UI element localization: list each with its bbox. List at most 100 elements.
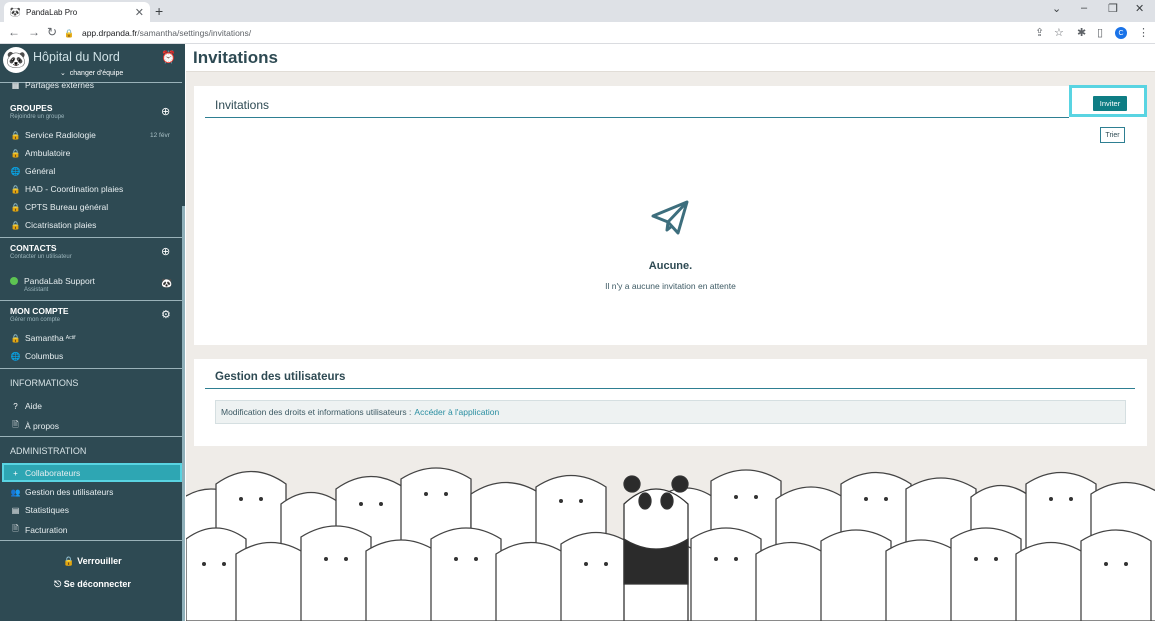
sidebar-item-support[interactable]: PandaLab Support bbox=[10, 276, 95, 286]
browser-menu-icon[interactable]: ⋮ bbox=[1138, 26, 1149, 39]
invoice-icon: 🗎 bbox=[12, 524, 19, 533]
user-management-title: Gestion des utilisateurs bbox=[215, 371, 346, 383]
lock-icon: 🔒 bbox=[10, 184, 21, 194]
side-panel-icon[interactable]: ▯ bbox=[1097, 26, 1103, 39]
divider bbox=[0, 300, 182, 301]
close-tab-icon[interactable]: ✕ bbox=[135, 6, 144, 19]
support-role: Assistant bbox=[24, 287, 49, 293]
browser-tab[interactable]: 🐼 PandaLab Pro ✕ bbox=[4, 2, 150, 22]
settings-gear-icon[interactable]: ⚙ bbox=[161, 308, 171, 321]
paper-plane-icon bbox=[651, 200, 689, 235]
active-badge: Actif bbox=[65, 335, 76, 341]
panda-icon: 🐼 bbox=[161, 278, 173, 288]
sidebar: 🐼 Hôpital du Nord ⌄ changer d'équipe ⏰ ▦… bbox=[0, 44, 185, 621]
sidebar-item-group[interactable]: 🌐 Général bbox=[10, 166, 56, 176]
divider bbox=[0, 368, 182, 369]
sidebar-item-user-management[interactable]: 👥 Gestion des utilisateurs bbox=[10, 487, 114, 497]
sidebar-item-statistics[interactable]: ▤ Statistiques bbox=[10, 505, 69, 515]
add-group-icon[interactable]: ⊕ bbox=[161, 105, 170, 118]
restore-icon[interactable]: ❐ bbox=[1108, 2, 1118, 15]
contact-user-link[interactable]: Contacter un utilisateur bbox=[10, 254, 72, 260]
group-date: 12 févr bbox=[150, 132, 170, 139]
logout-icon: ⎋ bbox=[54, 579, 62, 589]
account-heading: MON COMPTE bbox=[10, 306, 69, 316]
open-app-link[interactable]: Accéder à l'application bbox=[414, 407, 499, 417]
groups-heading: GROUPES bbox=[10, 103, 53, 113]
sidebar-item-group[interactable]: 🔒 Service Radiologie bbox=[10, 130, 96, 140]
tab-title: PandaLab Pro bbox=[26, 7, 78, 17]
lock-icon: 🔒 bbox=[10, 220, 21, 230]
globe-icon: 🌐 bbox=[10, 166, 21, 176]
sidebar-item-org[interactable]: 🌐 Columbus bbox=[10, 351, 64, 361]
lock-icon: 🔒 bbox=[10, 202, 21, 212]
user-management-card: Gestion des utilisateurs Modification de… bbox=[194, 359, 1147, 446]
profile-avatar[interactable]: C bbox=[1115, 27, 1127, 39]
invitations-card: Invitations Inviter Trier Aucune. Il n'y… bbox=[194, 85, 1147, 345]
divider bbox=[0, 237, 182, 238]
address-bar: ← → ↻ 🔒 app.drpanda.fr /samantha/setting… bbox=[0, 22, 1155, 44]
admin-heading: ADMINISTRATION bbox=[10, 446, 87, 456]
bears-illustration bbox=[186, 467, 1155, 621]
forward-icon[interactable]: → bbox=[28, 25, 40, 39]
lock-icon: 🔒 bbox=[10, 130, 21, 140]
alarm-bell-icon[interactable]: ⏰ bbox=[161, 50, 176, 64]
title-underline bbox=[205, 388, 1135, 389]
sort-button[interactable]: Trier bbox=[1100, 127, 1125, 143]
add-contact-icon[interactable]: ⊕ bbox=[161, 245, 170, 258]
url-path: /samantha/settings/invitations/ bbox=[137, 28, 252, 38]
document-icon: 🗎 bbox=[12, 420, 19, 429]
team-name: Hôpital du Nord bbox=[33, 50, 120, 64]
padlock-icon: 🔒 bbox=[63, 556, 75, 566]
lock-icon: 🔒 bbox=[10, 148, 21, 158]
join-group-link[interactable]: Rejoindre un groupe bbox=[10, 114, 64, 120]
tab-search-icon[interactable]: ⌄ bbox=[1052, 2, 1061, 15]
sidebar-item-group[interactable]: 🔒 CPTS Bureau général bbox=[10, 202, 109, 212]
empty-state-subtitle: Il n'y a aucune invitation en attente bbox=[605, 281, 736, 291]
divider bbox=[0, 540, 182, 541]
sidebar-item-group[interactable]: 🔒 Cicatrisation plaies bbox=[10, 220, 97, 230]
share-icon[interactable]: ⇪ bbox=[1035, 26, 1044, 39]
extensions-icon[interactable]: ✱ bbox=[1077, 26, 1086, 39]
grid-icon: ▦ bbox=[11, 80, 20, 90]
lock-button[interactable]: 🔒 Verrouiller bbox=[0, 556, 185, 567]
logout-button[interactable]: ⎋ Se déconnecter bbox=[0, 579, 185, 590]
users-icon: 👥 bbox=[10, 487, 21, 497]
question-icon: ? bbox=[13, 401, 18, 411]
team-header: 🐼 Hôpital du Nord ⌄ changer d'équipe ⏰ bbox=[0, 44, 185, 82]
reload-icon[interactable]: ↻ bbox=[47, 25, 57, 39]
invitations-title: Invitations bbox=[215, 98, 270, 112]
back-icon[interactable]: ← bbox=[8, 25, 20, 39]
sidebar-item-collaborators[interactable]: + Collaborateurs bbox=[10, 468, 80, 478]
change-team-link[interactable]: ⌄ changer d'équipe bbox=[60, 69, 123, 77]
empty-state-title: Aucune. bbox=[648, 260, 693, 272]
sidebar-item-billing[interactable]: 🗎 Facturation bbox=[10, 523, 67, 537]
browser-tab-bar: 🐼 PandaLab Pro ✕ + ⌄ – ❐ ✕ bbox=[0, 0, 1155, 22]
minimize-icon[interactable]: – bbox=[1081, 2, 1087, 14]
manage-account-link[interactable]: Gérer mon compte bbox=[10, 317, 60, 323]
new-tab-icon[interactable]: + bbox=[155, 3, 163, 19]
title-underline bbox=[205, 117, 1069, 118]
invite-button[interactable]: Inviter bbox=[1093, 96, 1127, 111]
bookmark-star-icon[interactable]: ☆ bbox=[1054, 26, 1064, 39]
sidebar-item-group[interactable]: 🔒 Ambulatoire bbox=[10, 148, 71, 158]
page-title: Invitations bbox=[193, 48, 279, 67]
info-text: Modification des droits et informations … bbox=[221, 407, 412, 417]
page-header: Invitations bbox=[186, 44, 1155, 72]
sidebar-item-about[interactable]: 🗎 À propos bbox=[10, 419, 59, 433]
user-management-info: Modification des droits et informations … bbox=[215, 400, 1126, 424]
close-window-icon[interactable]: ✕ bbox=[1135, 2, 1144, 15]
globe-icon: 🌐 bbox=[10, 351, 21, 361]
sidebar-item-group[interactable]: 🔒 HAD - Coordination plaies bbox=[10, 184, 124, 194]
contacts-heading: CONTACTS bbox=[10, 243, 57, 253]
chart-icon: ▤ bbox=[11, 505, 20, 515]
url-field[interactable]: 🔒 app.drpanda.fr /samantha/settings/invi… bbox=[64, 25, 1044, 41]
sidebar-item-external-shares[interactable]: ▦ Partages externes bbox=[10, 80, 94, 90]
sidebar-item-user[interactable]: 🔒 Samantha Actif bbox=[10, 333, 76, 343]
lock-icon: 🔒 bbox=[64, 28, 74, 38]
main-content: Invitations Invitations Inviter Trier Au… bbox=[186, 44, 1155, 621]
panda-logo-icon: 🐼 bbox=[3, 47, 29, 73]
sidebar-item-help[interactable]: ? Aide bbox=[10, 401, 42, 411]
lock-icon: 🔒 bbox=[10, 333, 21, 343]
invite-button-highlight: Inviter bbox=[1069, 85, 1147, 117]
panda-favicon-icon: 🐼 bbox=[9, 6, 22, 17]
